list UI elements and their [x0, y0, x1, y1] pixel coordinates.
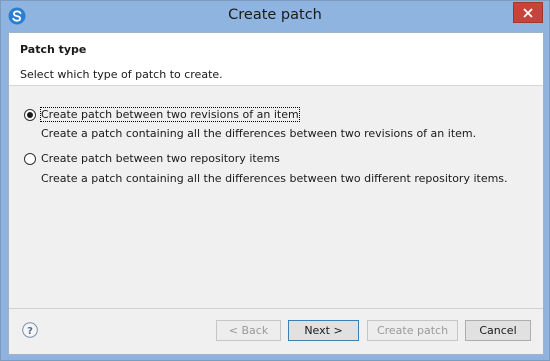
close-button[interactable]	[513, 2, 543, 23]
wizard-header: Patch type Select which type of patch to…	[9, 33, 543, 86]
cancel-button[interactable]: Cancel	[465, 320, 531, 341]
create-patch-button[interactable]: Create patch	[367, 320, 458, 341]
footer-separator	[9, 308, 543, 309]
option-description-two-items: Create a patch containing all the differ…	[41, 172, 508, 185]
page-title: Patch type	[20, 43, 87, 56]
window-title: Create patch	[228, 7, 322, 23]
option-description-two-revisions: Create a patch containing all the differ…	[41, 127, 477, 140]
next-button[interactable]: Next >	[288, 320, 359, 341]
option-label-two-items[interactable]: Create patch between two repository item…	[41, 152, 280, 165]
radio-two-items[interactable]	[24, 153, 36, 165]
svg-text:?: ?	[27, 326, 33, 337]
dialog-client-area: Patch type Select which type of patch to…	[8, 32, 544, 355]
page-description: Select which type of patch to create.	[20, 68, 223, 81]
radio-two-revisions[interactable]	[24, 109, 36, 121]
option-label-two-revisions[interactable]: Create patch between two revisions of an…	[40, 107, 300, 122]
close-icon	[523, 7, 533, 18]
help-icon[interactable]: ?	[22, 322, 38, 338]
dialog-window: Create patch Patch type Select which typ…	[0, 0, 550, 361]
title-bar[interactable]: Create patch	[1, 1, 549, 32]
back-button[interactable]: < Back	[216, 320, 281, 341]
